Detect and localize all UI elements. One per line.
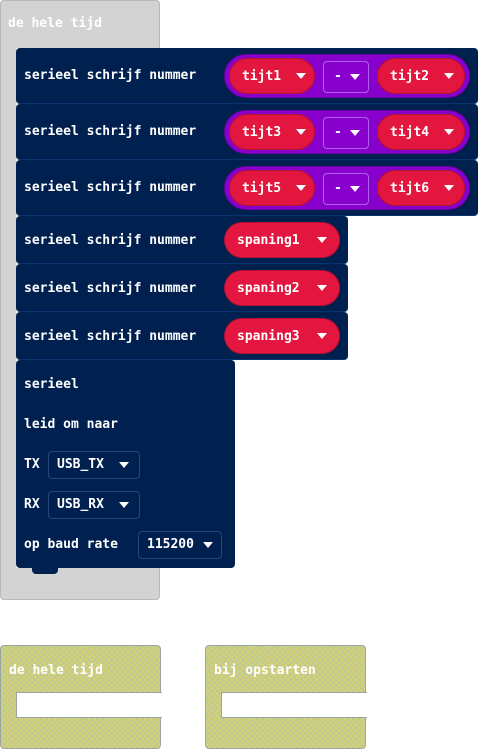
statement-slot [221, 692, 367, 718]
chevron-down-icon [317, 285, 327, 291]
serial-write-number-block[interactable]: serieel schrijf nummer spaning2 [16, 264, 348, 312]
variable-dropdown[interactable]: tijt4 [377, 114, 465, 150]
chevron-down-icon [350, 186, 360, 192]
serial-write-number-block[interactable]: serieel schrijf nummer tijt3 - tijt4 [16, 104, 478, 160]
operator-dropdown[interactable]: - [323, 173, 369, 205]
chevron-down-icon [203, 542, 213, 548]
variable-name: tijt5 [242, 181, 282, 196]
operator-symbol: - [334, 125, 342, 140]
forever-block-bottom [0, 568, 160, 600]
tx-pin-value: USB_TX [57, 457, 104, 472]
block-notch [32, 568, 58, 574]
forever-block-label: de hele tijd [8, 16, 102, 31]
chevron-down-icon [317, 333, 327, 339]
subtract-expression[interactable]: tijt5 - tijt6 [224, 166, 470, 210]
chevron-down-icon [296, 185, 306, 191]
forever-block-arm [0, 46, 16, 576]
variable-name: tijt3 [242, 125, 282, 140]
chevron-down-icon [119, 502, 129, 508]
block-label: serieel schrijf nummer [24, 124, 197, 139]
block-label: serieel schrijf nummer [24, 329, 197, 344]
serial-write-number-block[interactable]: serieel schrijf nummer tijt1 - tijt2 [16, 48, 478, 104]
block-label: serieel [24, 377, 79, 392]
chevron-down-icon [296, 129, 306, 135]
chevron-down-icon [296, 73, 306, 79]
chevron-down-icon [119, 462, 129, 468]
variable-dropdown[interactable]: tijt3 [229, 114, 315, 150]
variable-dropdown[interactable]: tijt2 [377, 58, 465, 94]
block-label: leid om naar [24, 417, 118, 432]
variable-name: tijt4 [390, 125, 430, 140]
serial-write-number-block[interactable]: serieel schrijf nummer tijt5 - tijt6 [16, 160, 478, 216]
operator-dropdown[interactable]: - [323, 61, 369, 93]
ghost-on-start-block[interactable]: bij opstarten [205, 645, 367, 749]
tx-label: TX [24, 457, 40, 472]
operator-dropdown[interactable]: - [323, 117, 369, 149]
rx-pin-value: USB_RX [57, 497, 104, 512]
serial-redirect-block[interactable]: serieel leid om naar TX USB_TX RX USB_RX… [16, 360, 235, 568]
baud-label: op baud rate [24, 537, 118, 552]
variable-name: spaning2 [237, 281, 300, 296]
statement-slot [16, 692, 162, 718]
block-label: serieel schrijf nummer [24, 68, 197, 83]
variable-dropdown[interactable]: tijt1 [229, 58, 315, 94]
variable-dropdown[interactable]: spaning3 [224, 318, 340, 354]
subtract-expression[interactable]: tijt3 - tijt4 [224, 110, 470, 154]
serial-write-number-block[interactable]: serieel schrijf nummer spaning1 [16, 216, 348, 264]
chevron-down-icon [350, 74, 360, 80]
variable-name: spaning1 [237, 233, 300, 248]
operator-symbol: - [334, 69, 342, 84]
rx-pin-dropdown[interactable]: USB_RX [48, 491, 140, 519]
variable-dropdown[interactable]: spaning1 [224, 222, 340, 258]
chevron-down-icon [350, 130, 360, 136]
block-label: serieel schrijf nummer [24, 281, 197, 296]
ghost-block-label: bij opstarten [214, 663, 316, 678]
chevron-down-icon [444, 73, 454, 79]
tx-pin-dropdown[interactable]: USB_TX [48, 451, 140, 479]
baud-rate-value: 115200 [147, 537, 194, 552]
block-label: serieel schrijf nummer [24, 180, 197, 195]
serial-write-number-block[interactable]: serieel schrijf nummer spaning3 [16, 312, 348, 360]
variable-name: tijt1 [242, 69, 282, 84]
variable-name: tijt6 [390, 181, 430, 196]
block-label: serieel schrijf nummer [24, 233, 197, 248]
variable-dropdown[interactable]: tijt5 [229, 170, 315, 206]
variable-dropdown[interactable]: tijt6 [377, 170, 465, 206]
variable-dropdown[interactable]: spaning2 [224, 270, 340, 306]
baud-rate-dropdown[interactable]: 115200 [138, 531, 222, 559]
chevron-down-icon [444, 185, 454, 191]
variable-name: tijt2 [390, 69, 430, 84]
ghost-block-label: de hele tijd [9, 663, 103, 678]
operator-symbol: - [334, 181, 342, 196]
chevron-down-icon [444, 129, 454, 135]
chevron-down-icon [317, 237, 327, 243]
rx-label: RX [24, 497, 40, 512]
subtract-expression[interactable]: tijt1 - tijt2 [224, 54, 470, 98]
variable-name: spaning3 [237, 329, 300, 344]
ghost-forever-block[interactable]: de hele tijd [0, 645, 162, 749]
